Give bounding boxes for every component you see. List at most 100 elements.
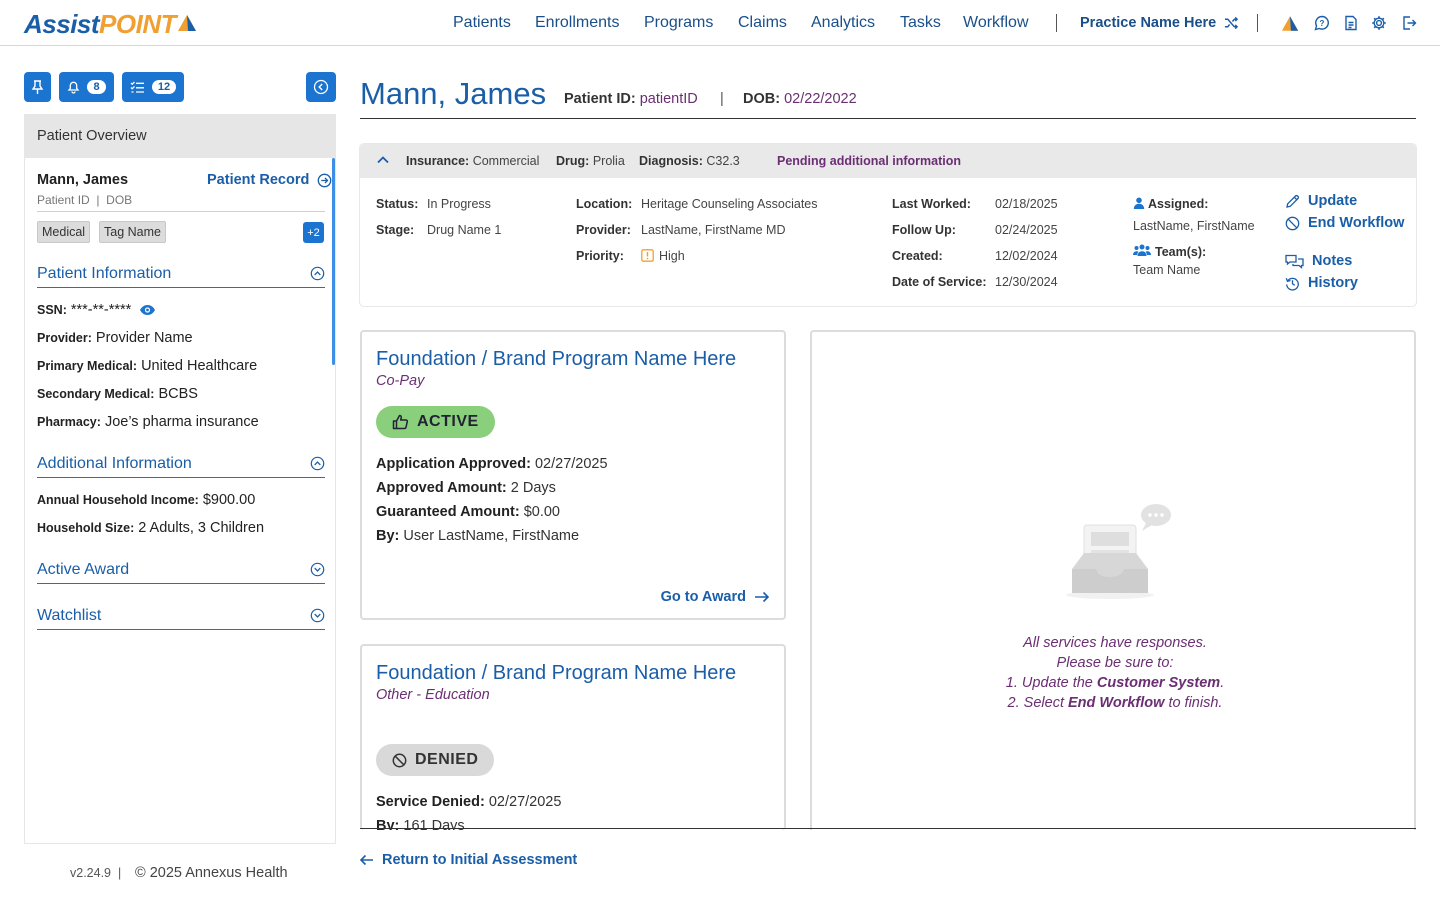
responses-line-4-post: to finish. [1168, 695, 1223, 711]
nav-claims[interactable]: Claims [738, 14, 787, 32]
primary-medical-field: Primary Medical: United Healthcare [37, 358, 257, 374]
notifications-count-badge: 8 [87, 80, 106, 94]
tag-medical[interactable]: Medical [37, 221, 91, 243]
more-tags-button[interactable]: +2 [303, 222, 324, 243]
pharmacy-label: Pharmacy: [37, 415, 101, 429]
patient-overview-header: Patient Overview [25, 115, 335, 158]
sidebar-patient-sub: Patient ID | DOB [37, 193, 133, 207]
assigned-label: Assigned: [1148, 197, 1209, 211]
header-divider [360, 118, 1416, 119]
guaranteed-amount-value: $0.00 [523, 504, 560, 520]
chevron-down-circle-icon[interactable] [310, 562, 325, 577]
patient-id-meta: Patient ID: patientID [564, 91, 698, 107]
return-to-initial-assessment-link[interactable]: Return to Initial Assessment [360, 852, 577, 868]
dob-value: 02/22/2022 [784, 91, 857, 107]
nav-enrollments[interactable]: Enrollments [535, 14, 619, 32]
responses-line-3: 1. Update the Customer System. [812, 675, 1418, 691]
status-label: Status: [376, 197, 419, 211]
app-logo[interactable]: Assist POINT [24, 9, 197, 40]
primary-medical-value: United Healthcare [141, 358, 258, 374]
logo-triangle-icon [178, 14, 196, 31]
notes-button[interactable]: Notes [1285, 253, 1352, 269]
dob-label: DOB: [743, 91, 781, 107]
chevron-up-circle-icon[interactable] [310, 266, 325, 281]
brand-triangle-icon[interactable] [1281, 15, 1299, 32]
tasks-button[interactable]: 12 [122, 72, 184, 102]
program-subtitle: Co-Pay [376, 373, 425, 389]
history-button[interactable]: History [1285, 275, 1358, 291]
program-card: Foundation / Brand Program Name Here Oth… [360, 644, 786, 830]
responses-line-3-post: . [1220, 675, 1225, 691]
logout-icon[interactable] [1401, 15, 1417, 31]
top-nav: Assist POINT Patients Enrollments Program… [0, 0, 1440, 46]
dob-meta: DOB: 02/22/2022 [743, 91, 857, 107]
status-badge-active: ACTIVE [376, 406, 495, 438]
patient-information-title[interactable]: Patient Information [37, 265, 171, 283]
help-chat-icon[interactable]: ? [1314, 15, 1330, 31]
household-size-label: Household Size: [37, 521, 135, 535]
end-workflow-button[interactable]: End Workflow [1285, 215, 1404, 231]
follow-up-label: Follow Up: [892, 223, 956, 237]
teams-value: Team Name [1133, 263, 1201, 277]
watchlist-title[interactable]: Watchlist [37, 607, 101, 625]
update-button[interactable]: Update [1285, 193, 1357, 209]
guaranteed-amount-label: Guaranteed Amount: [376, 504, 520, 520]
income-label: Annual Household Income: [37, 493, 199, 507]
tag-tag-name[interactable]: Tag Name [99, 221, 166, 243]
svg-text:?: ? [1320, 19, 1325, 28]
program-title[interactable]: Foundation / Brand Program Name Here [376, 662, 736, 685]
collapse-sidebar-button[interactable] [306, 72, 336, 102]
nav-patients[interactable]: Patients [453, 14, 511, 32]
secondary-medical-label: Secondary Medical: [37, 387, 155, 401]
workflow-card: Insurance: Commercial Drug: Prolia Diagn… [360, 144, 1416, 306]
stage-label: Stage: [376, 223, 415, 237]
active-award-title[interactable]: Active Award [37, 561, 129, 579]
created-value: 12/02/2024 [995, 249, 1058, 263]
program-title[interactable]: Foundation / Brand Program Name Here [376, 348, 736, 371]
responses-line-4: 2. Select End Workflow to finish. [812, 695, 1418, 711]
section-underline [37, 477, 325, 478]
nav-analytics[interactable]: Analytics [811, 14, 875, 32]
shuffle-icon [1225, 16, 1239, 30]
sidebar-patient-name: Mann, James [37, 172, 129, 188]
go-to-award-link[interactable]: Go to Award [661, 589, 770, 605]
pin-button[interactable] [24, 72, 51, 102]
section-underline [37, 629, 325, 630]
program-card: Foundation / Brand Program Name Here Co-… [360, 330, 786, 620]
nav-programs[interactable]: Programs [644, 14, 713, 32]
assigned-value: LastName, FirstName [1133, 219, 1255, 233]
nav-tasks[interactable]: Tasks [900, 14, 941, 32]
logo-text-point: POINT [99, 9, 176, 39]
meta-divider: | [720, 91, 724, 107]
notes-chat-icon [1285, 254, 1304, 269]
approved-amount-line: Approved Amount: 2 Days [376, 480, 556, 496]
location-label: Location: [576, 197, 633, 211]
practice-switcher[interactable]: Practice Name Here [1080, 15, 1239, 31]
notifications-button[interactable]: 8 [59, 72, 114, 102]
approved-by-value: User LastName, FirstName [403, 528, 580, 544]
date-of-service-value: 12/30/2024 [995, 275, 1058, 289]
diagnosis-summary: Diagnosis: C32.3 [639, 154, 740, 168]
patient-record-label: Patient Record [207, 172, 310, 188]
section-underline [37, 287, 325, 288]
sidebar-scrollbar[interactable] [332, 158, 335, 365]
workflow-summary-bar[interactable]: Insurance: Commercial Drug: Prolia Diagn… [360, 144, 1416, 178]
ssn-value: ***-**-**** [70, 302, 132, 318]
chevron-up-icon[interactable] [376, 154, 390, 166]
nav-workflow[interactable]: Workflow [963, 14, 1029, 32]
gear-icon[interactable] [1371, 15, 1387, 31]
priority-label: Priority: [576, 249, 624, 263]
income-value: $900.00 [202, 492, 256, 508]
update-label: Update [1308, 193, 1358, 209]
program-subtitle: Other - Education [376, 687, 490, 703]
status-badge-label: DENIED [415, 751, 479, 768]
patient-record-link[interactable]: Patient Record [207, 172, 332, 188]
provider-field: Provider: Provider Name [37, 330, 193, 346]
additional-information-title[interactable]: Additional Information [37, 455, 192, 473]
document-icon[interactable] [1343, 15, 1359, 31]
pencil-icon [1286, 194, 1300, 208]
chevron-down-circle-icon[interactable] [310, 608, 325, 623]
teams-label: Team(s): [1155, 245, 1207, 259]
show-eye-icon[interactable] [139, 304, 156, 316]
chevron-up-circle-icon[interactable] [310, 456, 325, 471]
